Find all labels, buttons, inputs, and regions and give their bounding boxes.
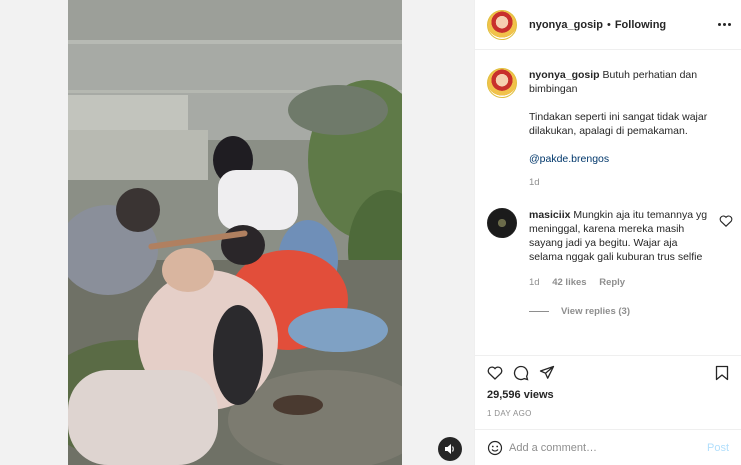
heart-icon[interactable] (487, 365, 503, 381)
post-side-panel: nyonya_gosip • Following nyonya_gosip Bu… (474, 0, 741, 465)
comment-input[interactable] (509, 441, 707, 454)
comment-likes[interactable]: 42 likes (552, 277, 586, 288)
following-button[interactable]: Following (615, 19, 666, 31)
list-item: masiciix Mungkin aja itu temannya yg men… (487, 208, 733, 290)
post-video[interactable] (68, 0, 402, 465)
post-header: nyonya_gosip • Following (475, 0, 741, 50)
action-bar (475, 355, 741, 389)
view-replies-label: View replies (3) (561, 306, 630, 317)
comment-time: 1d (529, 277, 540, 288)
caption: nyonya_gosip Butuh perhatian dan bimbing… (487, 68, 729, 190)
comment-text: masiciix Mungkin aja itu temannya yg men… (529, 208, 709, 290)
caption-text: nyonya_gosip Butuh perhatian dan bimbing… (529, 68, 709, 190)
caption-time: 1d (529, 177, 540, 188)
bookmark-icon[interactable] (715, 365, 729, 381)
caption-line2: Tindakan seperti ini sangat tidak wajar … (529, 111, 708, 137)
post-username[interactable]: nyonya_gosip (529, 19, 603, 31)
comment-username[interactable]: masiciix (529, 209, 570, 221)
sound-toggle-button[interactable] (438, 437, 462, 461)
avatar[interactable] (487, 9, 517, 40)
mention-link[interactable]: @pakde.brengos (529, 153, 609, 165)
separator-dot: • (606, 18, 611, 31)
avatar[interactable] (487, 208, 517, 238)
heart-icon[interactable] (719, 214, 733, 228)
emoji-icon[interactable] (487, 440, 503, 456)
media-area (0, 0, 474, 465)
more-options-icon[interactable] (718, 23, 731, 26)
comment-composer: Post (475, 429, 741, 465)
view-count[interactable]: 29,596 views (475, 389, 741, 405)
avatar[interactable] (487, 68, 517, 98)
speaker-icon (445, 444, 454, 454)
post-button[interactable]: Post (707, 442, 729, 454)
comments-list[interactable]: nyonya_gosip Butuh perhatian dan bimbing… (475, 50, 741, 355)
comment-icon[interactable] (513, 365, 529, 381)
post-timestamp: 1 DAY AGO (487, 409, 532, 418)
reply-button[interactable]: Reply (599, 277, 625, 288)
caption-username[interactable]: nyonya_gosip (529, 69, 600, 81)
instagram-post-modal: nyonya_gosip • Following nyonya_gosip Bu… (0, 0, 741, 465)
share-icon[interactable] (539, 365, 555, 381)
view-replies-button[interactable]: View replies (3) (529, 306, 729, 317)
